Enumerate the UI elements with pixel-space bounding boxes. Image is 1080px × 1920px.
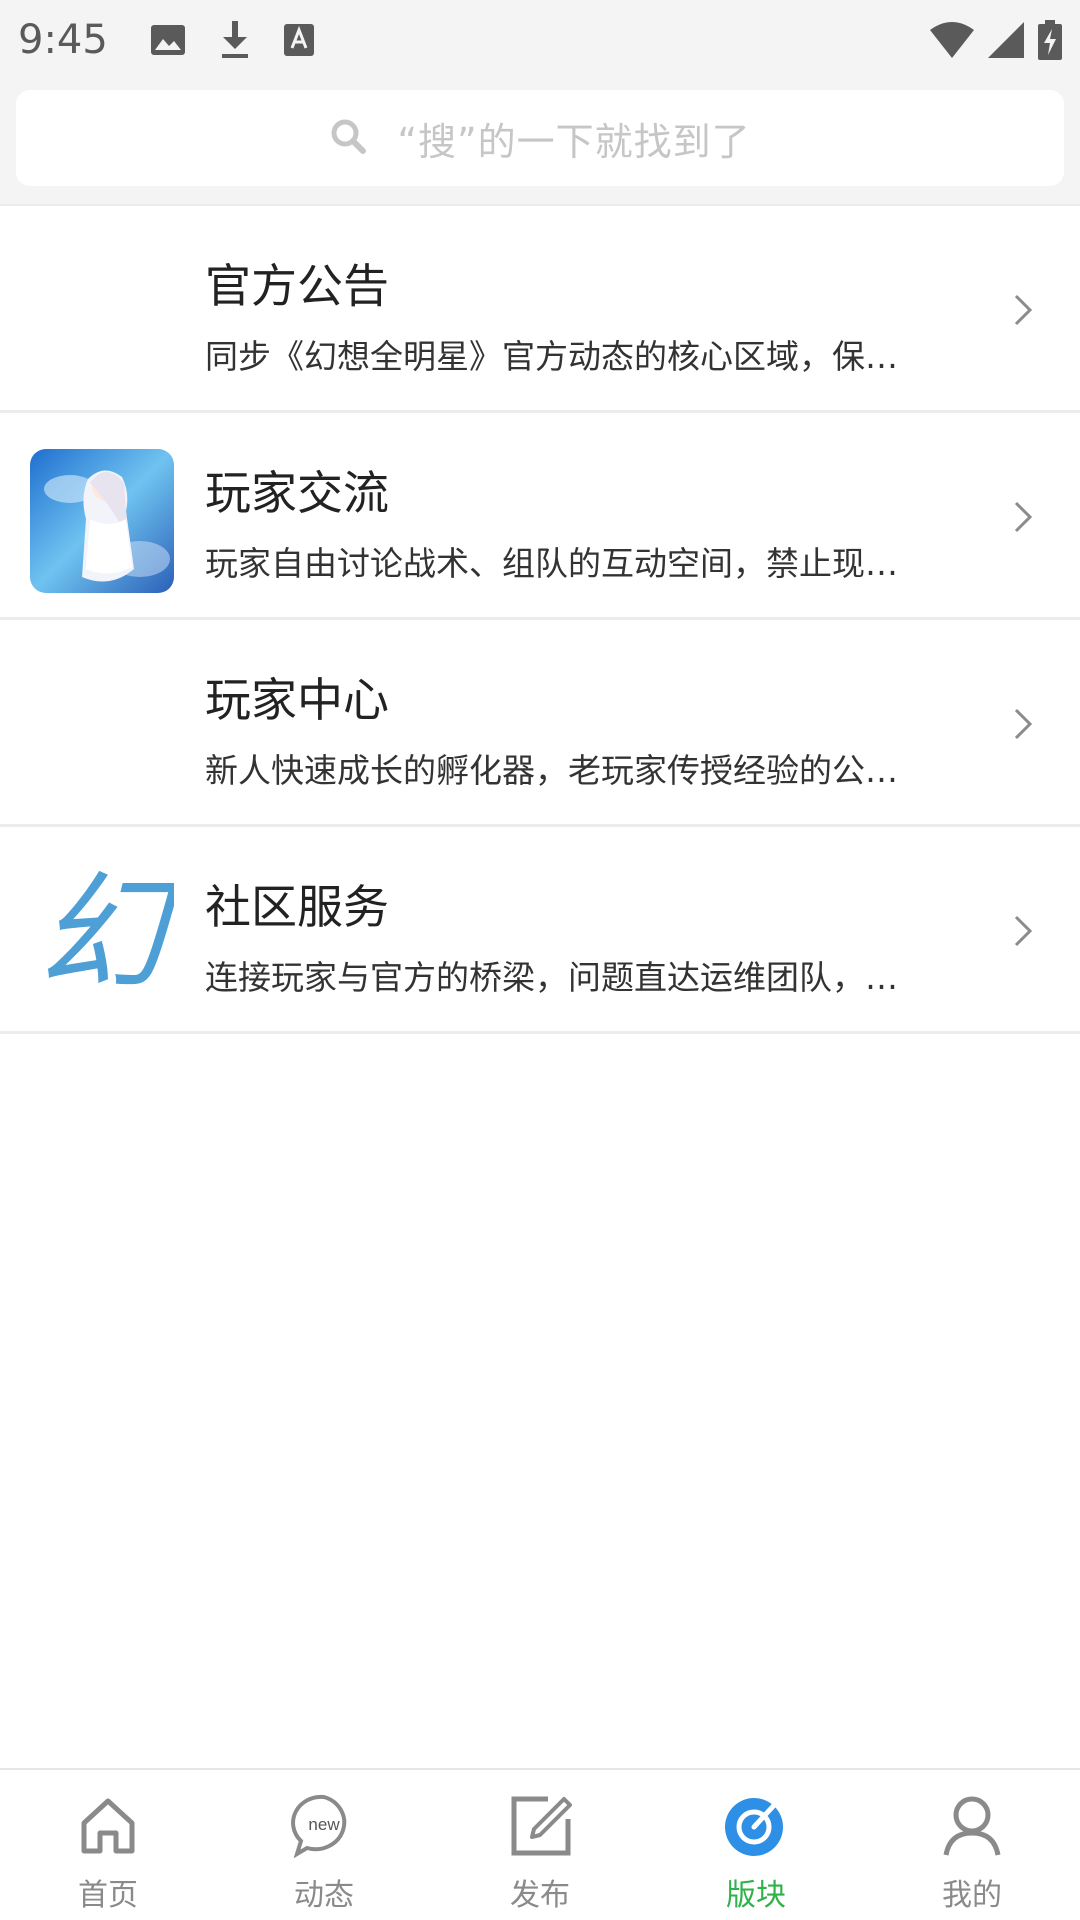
chevron-right-icon: [1014, 708, 1033, 740]
chevron-right-icon: [1014, 915, 1033, 947]
status-bar-right: [930, 20, 1062, 60]
search-input[interactable]: “搜”的一下就找到了: [16, 90, 1064, 186]
download-icon: [220, 21, 250, 59]
tab-boards[interactable]: 版块: [648, 1770, 864, 1920]
tab-me[interactable]: 我的: [864, 1770, 1080, 1920]
battery-charging-icon: [1038, 20, 1062, 60]
forum-list: 官方公告 同步《幻想全明星》官方动态的核心区域，保… 玩家交流 玩家自由讨论战术…: [0, 206, 1080, 1034]
calligraphy-logo: 幻: [30, 863, 174, 1007]
wifi-icon: [930, 22, 974, 58]
forum-title: 官方公告: [205, 259, 389, 313]
forum-description: 新人快速成长的孵化器，老玩家传授经验的公…: [205, 751, 898, 790]
tab-feed[interactable]: new 动态: [216, 1770, 432, 1920]
forum-item-player-center[interactable]: 玩家中心 新人快速成长的孵化器，老玩家传授经验的公…: [0, 620, 1080, 827]
user-icon: [937, 1790, 1007, 1860]
tab-label: 版块: [726, 1878, 786, 1913]
forum-description: 玩家自由讨论战术、组队的互动空间，禁止现…: [205, 544, 898, 583]
tab-home[interactable]: 首页: [0, 1770, 216, 1920]
search-placeholder: “搜”的一下就找到了: [397, 119, 751, 164]
tab-publish[interactable]: 发布: [432, 1770, 648, 1920]
search-icon: [329, 117, 367, 159]
forum-item-player-exchange[interactable]: 玩家交流 玩家自由讨论战术、组队的互动空间，禁止现…: [0, 413, 1080, 620]
svg-text:new: new: [308, 1815, 340, 1834]
tab-label: 动态: [294, 1878, 354, 1913]
forum-title: 社区服务: [205, 880, 389, 934]
bottom-tab-bar: 首页 new 动态 发布 版块 我的: [0, 1768, 1080, 1920]
forum-item-official-announcements[interactable]: 官方公告 同步《幻想全明星》官方动态的核心区域，保…: [0, 206, 1080, 413]
forum-title: 玩家交流: [205, 466, 389, 520]
text-a-icon: [283, 24, 314, 56]
forum-item-community-service[interactable]: 幻 社区服务 连接玩家与官方的桥梁，问题直达运维团队，…: [0, 827, 1080, 1034]
search-bar-container: “搜”的一下就找到了: [0, 80, 1080, 206]
tab-label: 首页: [78, 1878, 138, 1913]
tab-label: 我的: [942, 1878, 1002, 1913]
new-bubble-icon: new: [289, 1790, 359, 1860]
tab-label: 发布: [510, 1878, 570, 1913]
status-time: 9:45: [18, 17, 108, 63]
forum-thumbnail-image: [30, 449, 174, 593]
image-icon: [150, 24, 186, 56]
signal-icon: [988, 22, 1024, 58]
chevron-right-icon: [1014, 294, 1033, 326]
edit-icon: [505, 1790, 575, 1860]
forum-title: 玩家中心: [205, 673, 389, 727]
status-bar-left: 9:45: [18, 17, 314, 63]
status-bar: 9:45: [0, 0, 1080, 80]
logo-glyph: 幻: [37, 863, 166, 1007]
home-icon: [73, 1790, 143, 1860]
forum-description: 同步《幻想全明星》官方动态的核心区域，保…: [205, 337, 898, 376]
forum-description: 连接玩家与官方的桥梁，问题直达运维团队，…: [205, 958, 898, 997]
compass-target-icon: [721, 1790, 791, 1860]
chevron-right-icon: [1014, 501, 1033, 533]
